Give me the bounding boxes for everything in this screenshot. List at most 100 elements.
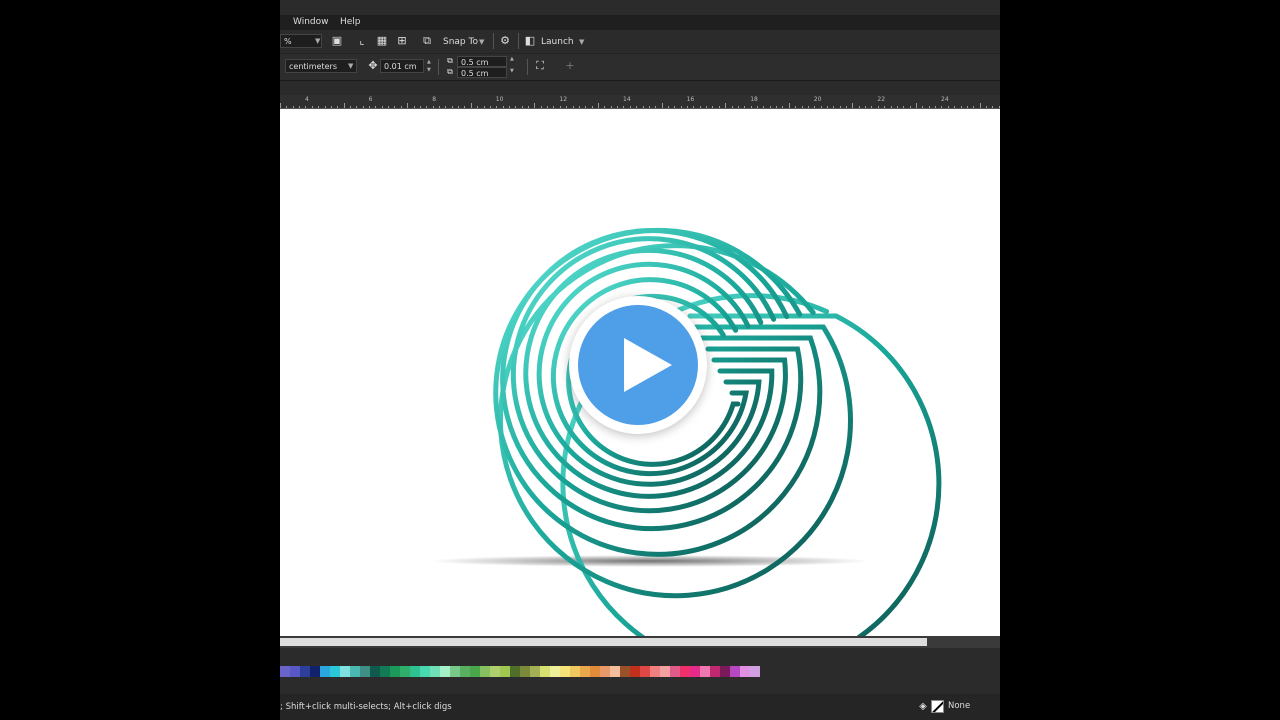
color-swatch[interactable] — [580, 666, 590, 677]
color-swatch[interactable] — [630, 666, 640, 677]
scrollbar-thumb[interactable] — [280, 638, 927, 646]
color-swatch[interactable] — [530, 666, 540, 677]
duplicate-x-field[interactable]: 0.5 cm — [457, 56, 507, 67]
grid-icon[interactable]: ▦ — [375, 34, 389, 48]
color-swatch[interactable] — [670, 666, 680, 677]
ruler-label: 14 — [623, 96, 631, 103]
ruler-tick — [426, 106, 428, 108]
color-swatch[interactable] — [420, 666, 430, 677]
color-swatch[interactable] — [350, 666, 360, 677]
ruler-tick — [667, 106, 669, 108]
color-swatch[interactable] — [740, 666, 750, 677]
rulers-icon[interactable]: ⌞ — [355, 34, 369, 48]
color-swatch[interactable] — [590, 666, 600, 677]
color-swatch[interactable] — [570, 666, 580, 677]
spinner-up-icon[interactable]: ▲ — [510, 56, 514, 62]
color-swatch[interactable] — [380, 666, 390, 677]
color-swatch[interactable] — [440, 666, 450, 677]
color-swatch[interactable] — [360, 666, 370, 677]
snap-to-icon[interactable]: ⧉ — [420, 34, 434, 48]
snap-to-button[interactable]: Snap To — [443, 37, 478, 47]
duplicate-x-value: 0.5 cm — [461, 58, 489, 67]
ruler-tick — [687, 106, 689, 108]
color-swatch[interactable] — [610, 666, 620, 677]
status-hint: ; Shift+click multi-selects; Alt+click d… — [280, 702, 452, 712]
horizontal-ruler[interactable]: 4 6 8 10 12 14 16 18 20 22 24 — [280, 95, 1000, 109]
nudge-distance-field[interactable]: 0.01 cm — [380, 59, 424, 73]
standard-toolbar: % ▼ ▣ ⌞ ▦ ⊞ ⧉ Snap To ▼ ⚙ ◧ Launch ▼ — [280, 30, 1000, 54]
color-swatch[interactable] — [620, 666, 630, 677]
color-swatch[interactable] — [640, 666, 650, 677]
color-swatch[interactable] — [750, 666, 760, 677]
ruler-tick — [604, 106, 606, 108]
spinner-down-icon[interactable]: ▼ — [510, 68, 514, 74]
fill-none-swatch[interactable] — [931, 700, 944, 713]
ruler-tick — [935, 106, 937, 108]
ruler-tick — [299, 106, 301, 108]
chevron-down-icon[interactable]: ▼ — [479, 38, 484, 46]
plus-icon[interactable]: + — [563, 59, 577, 73]
chevron-down-icon[interactable]: ▼ — [315, 37, 320, 45]
color-swatch[interactable] — [450, 666, 460, 677]
color-swatch[interactable] — [320, 666, 330, 677]
color-swatch[interactable] — [390, 666, 400, 677]
spinner-up-icon[interactable]: ▲ — [427, 59, 431, 65]
color-swatch[interactable] — [560, 666, 570, 677]
color-swatch[interactable] — [660, 666, 670, 677]
full-page-icon[interactable]: ▣ — [330, 34, 344, 48]
color-swatch[interactable] — [480, 666, 490, 677]
color-swatch[interactable] — [500, 666, 510, 677]
color-swatch[interactable] — [370, 666, 380, 677]
color-swatch[interactable] — [280, 666, 290, 677]
color-swatch[interactable] — [550, 666, 560, 677]
color-swatch[interactable] — [650, 666, 660, 677]
color-swatch[interactable] — [400, 666, 410, 677]
color-swatch[interactable] — [730, 666, 740, 677]
guidelines-icon[interactable]: ⊞ — [395, 34, 409, 48]
launch-icon[interactable]: ◧ — [523, 34, 537, 48]
ruler-tick — [814, 106, 816, 108]
color-swatch[interactable] — [430, 666, 440, 677]
ruler-tick — [598, 103, 599, 108]
horizontal-scrollbar[interactable] — [280, 636, 1000, 648]
ruler-tick — [737, 106, 739, 108]
color-swatch[interactable] — [460, 666, 470, 677]
color-swatch[interactable] — [310, 666, 320, 677]
ruler-tick — [706, 106, 708, 108]
treat-as-filled-icon[interactable]: ⛶ — [533, 59, 547, 73]
color-swatch[interactable] — [520, 666, 530, 677]
drawing-canvas[interactable] — [280, 109, 1000, 636]
chevron-down-icon[interactable]: ▼ — [579, 38, 584, 46]
color-swatch[interactable] — [470, 666, 480, 677]
play-button[interactable] — [569, 296, 707, 434]
ruler-tick — [343, 103, 345, 108]
units-select[interactable]: centimeters — [285, 59, 357, 73]
color-swatch[interactable] — [330, 666, 340, 677]
color-swatch[interactable] — [410, 666, 420, 677]
color-swatch[interactable] — [300, 666, 310, 677]
spinner-down-icon[interactable]: ▼ — [427, 67, 431, 73]
color-swatch[interactable] — [720, 666, 730, 677]
menu-help[interactable]: Help — [340, 17, 361, 27]
color-swatch[interactable] — [540, 666, 550, 677]
color-swatch[interactable] — [680, 666, 690, 677]
color-swatch[interactable] — [700, 666, 710, 677]
gear-icon[interactable]: ⚙ — [498, 34, 512, 48]
menu-window[interactable]: Window — [293, 17, 329, 27]
ruler-tick — [947, 106, 949, 108]
ruler-tick — [439, 106, 440, 108]
ruler-tick — [521, 106, 523, 108]
color-swatch[interactable] — [510, 666, 520, 677]
chevron-down-icon[interactable]: ▼ — [348, 62, 353, 70]
ruler-tick — [674, 106, 676, 108]
color-swatch[interactable] — [710, 666, 720, 677]
color-swatch[interactable] — [490, 666, 500, 677]
color-swatch[interactable] — [290, 666, 300, 677]
duplicate-y-field[interactable]: 0.5 cm — [457, 67, 507, 78]
color-swatch[interactable] — [690, 666, 700, 677]
launch-button[interactable]: Launch — [541, 37, 574, 47]
color-swatch[interactable] — [600, 666, 610, 677]
ruler-tick — [871, 106, 873, 108]
color-swatch[interactable] — [340, 666, 350, 677]
fill-bucket-icon: ◈ — [919, 701, 927, 712]
